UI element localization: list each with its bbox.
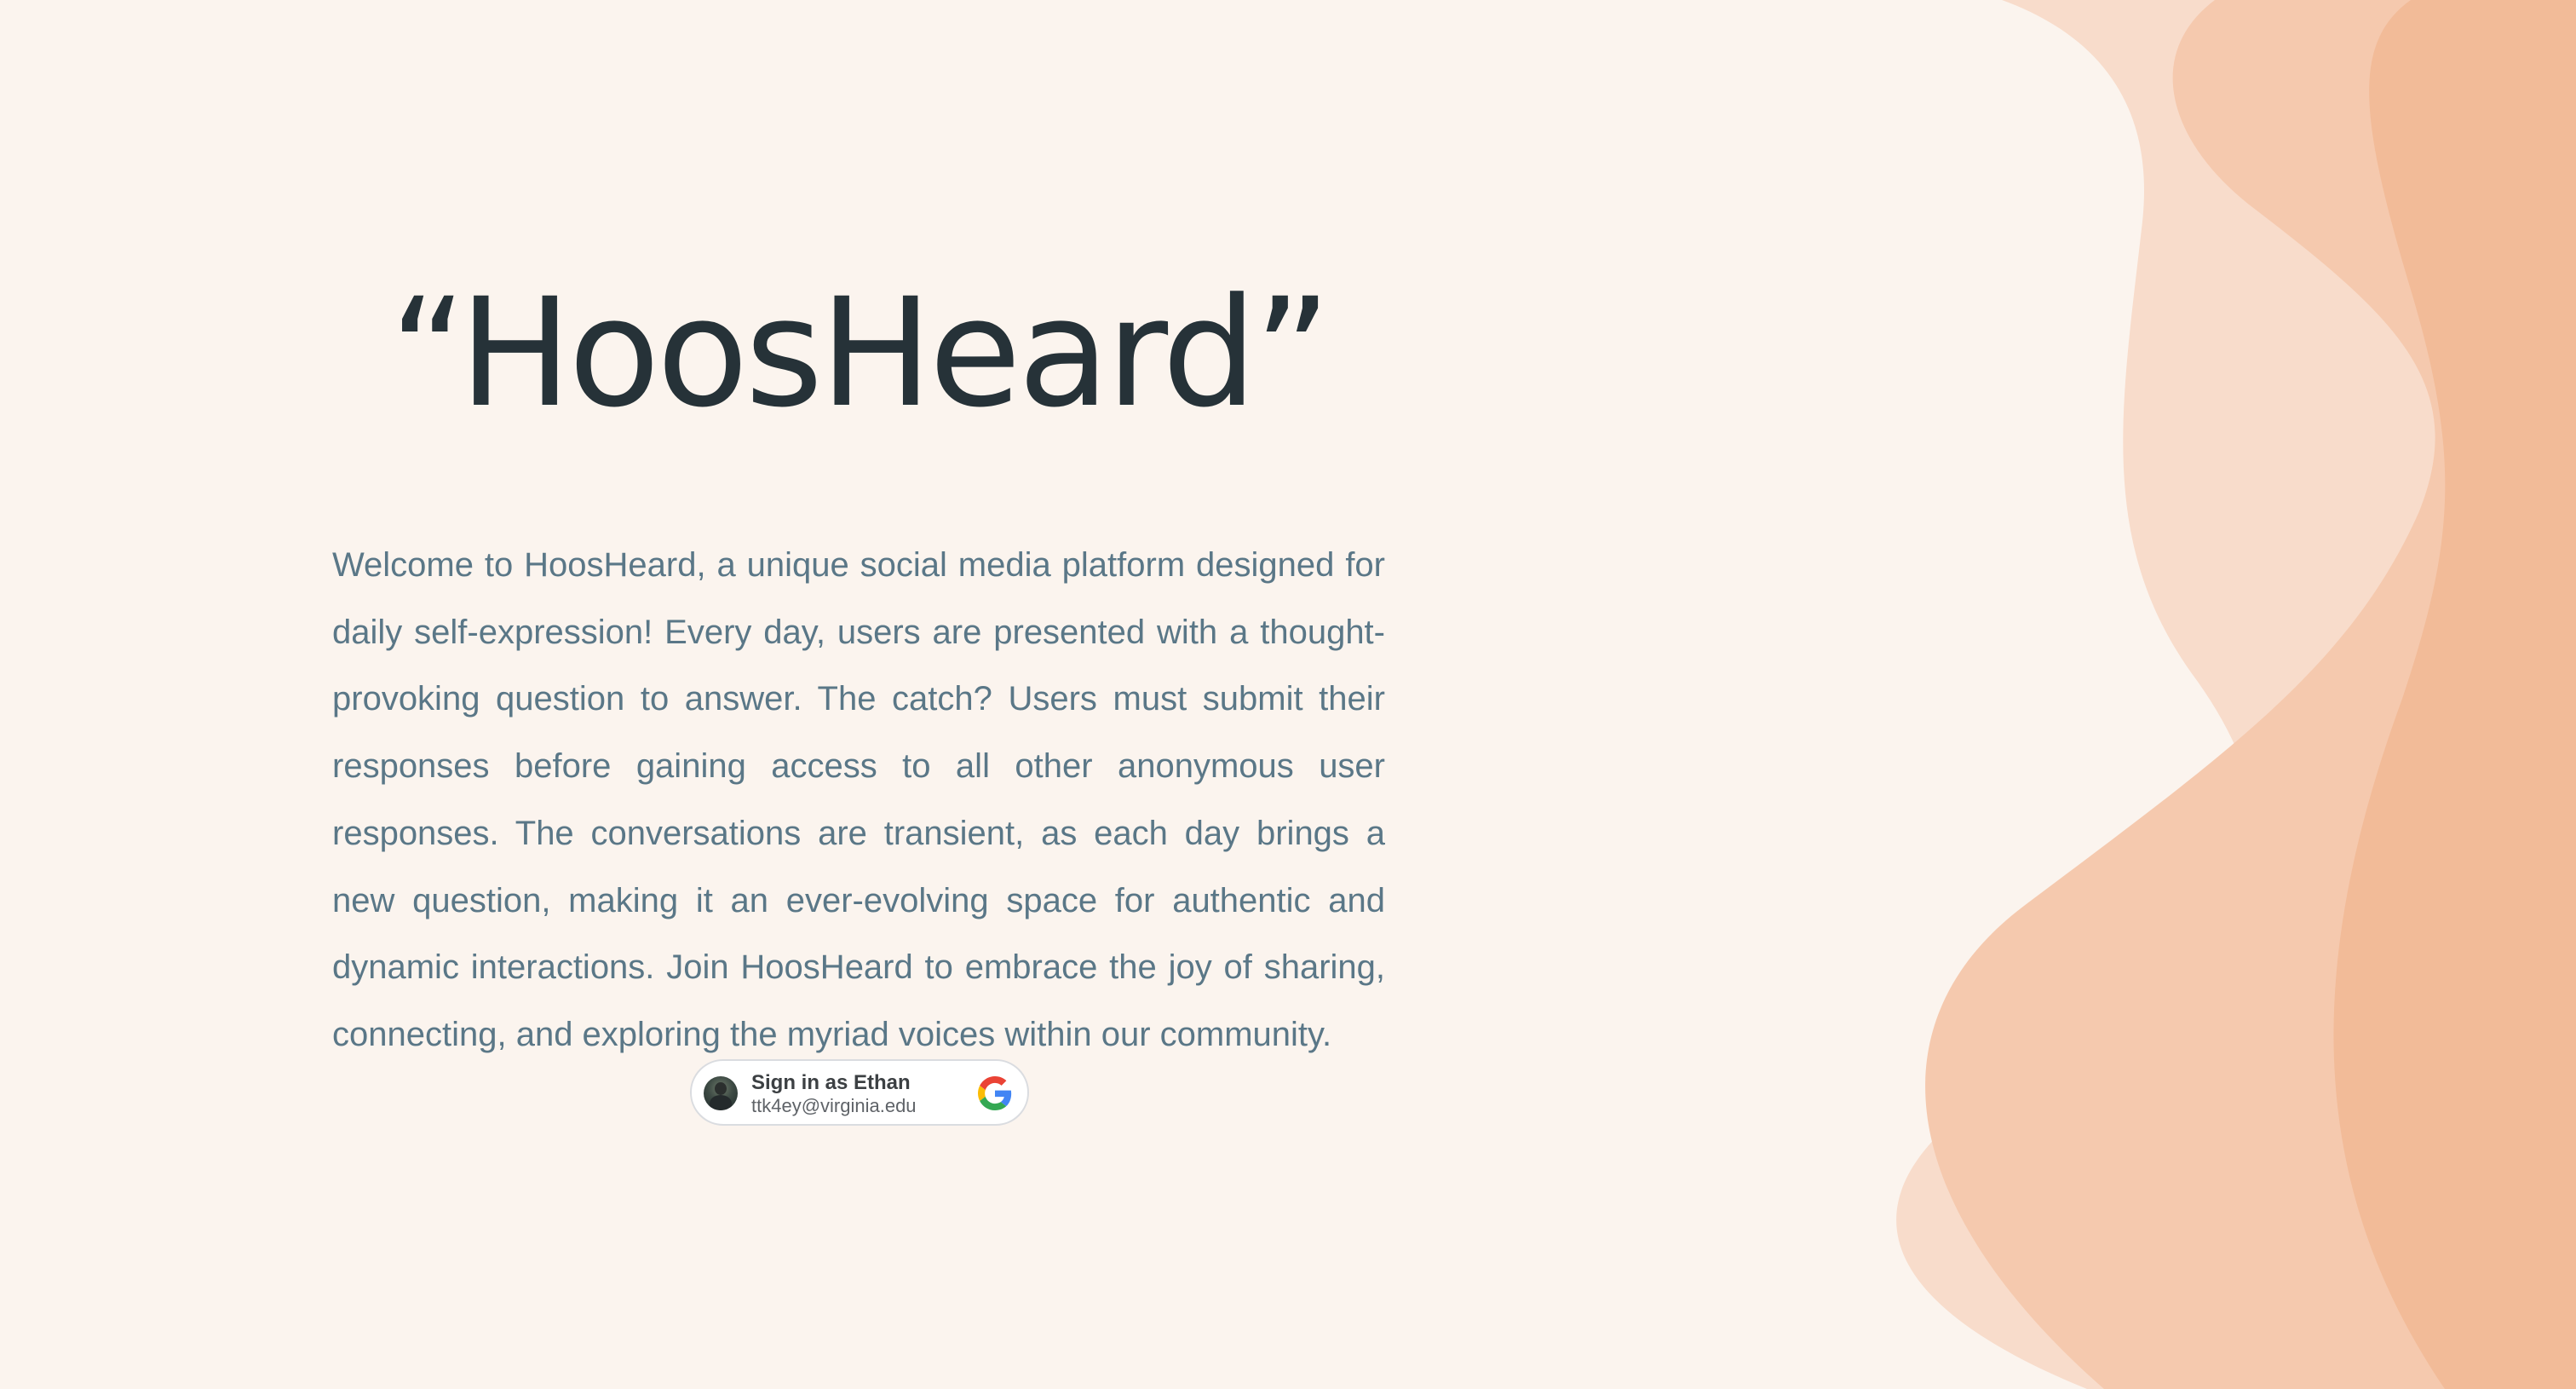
signin-text-block: Sign in as Ethan ttk4ey@virginia.edu <box>751 1071 973 1117</box>
google-icon <box>978 1076 1012 1110</box>
avatar-body <box>710 1095 732 1110</box>
page-title: “HoosHeard” <box>389 266 1331 441</box>
hero-section: “HoosHeard” Welcome to HoosHeard, a uniq… <box>332 256 1385 1069</box>
landing-page: “HoosHeard” Welcome to HoosHeard, a uniq… <box>0 0 2576 1389</box>
signin-email: ttk4ey@virginia.edu <box>751 1095 917 1116</box>
intro-description: Welcome to HoosHeard, a unique social me… <box>332 546 1385 1053</box>
google-signin-button[interactable]: Sign in as Ethan ttk4ey@virginia.edu <box>690 1059 1029 1126</box>
user-avatar <box>704 1076 738 1110</box>
avatar-head <box>715 1082 727 1095</box>
signin-label: Sign in as Ethan <box>751 1071 911 1094</box>
